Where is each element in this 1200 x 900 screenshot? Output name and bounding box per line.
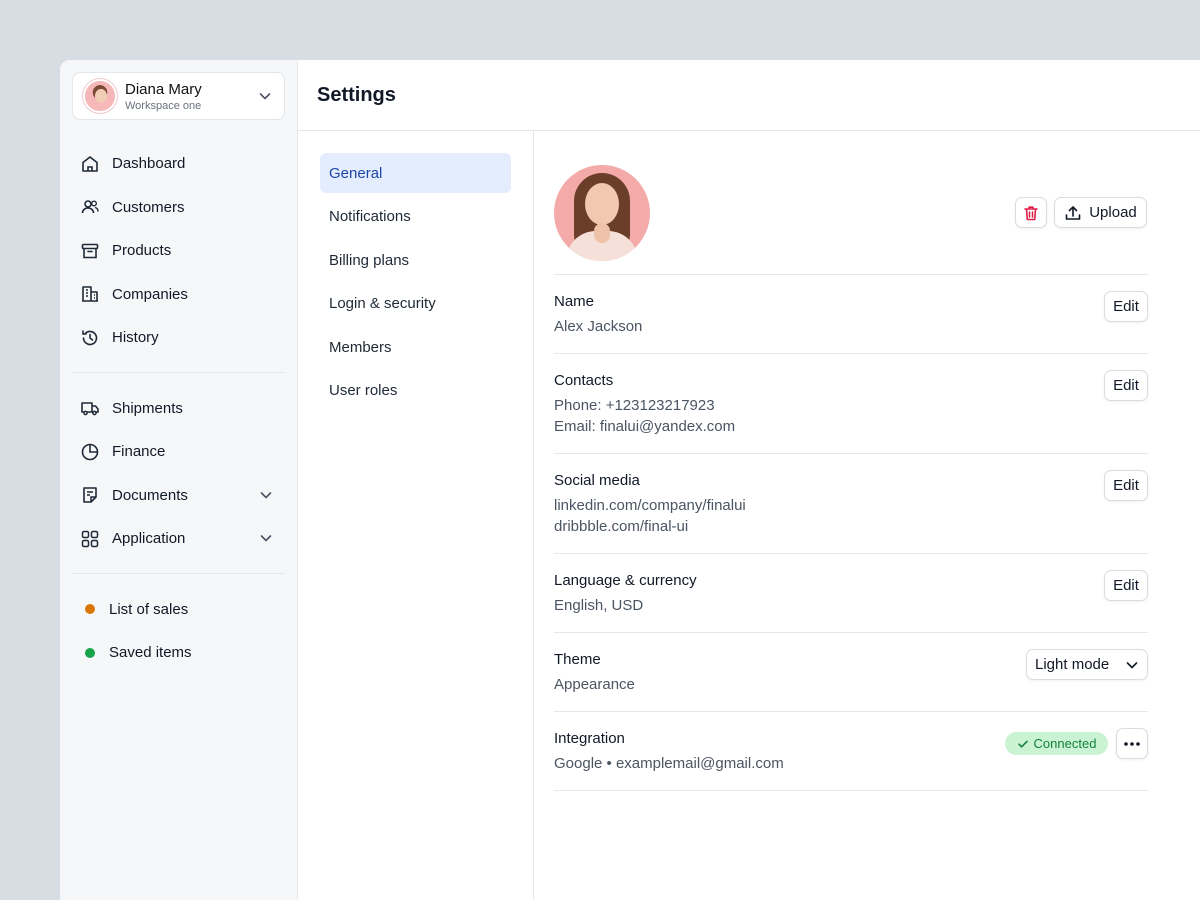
pie-chart-icon bbox=[80, 442, 100, 462]
contacts-email: Email: finalui@yandex.com bbox=[554, 418, 736, 435]
chevron-down-icon bbox=[1125, 658, 1139, 672]
sidebar-item-label: Finance bbox=[112, 443, 166, 461]
social-link-dribbble: dribbble.com/final-ui bbox=[554, 518, 689, 535]
sidebar-item-label: Dashboard bbox=[112, 155, 186, 173]
main-area: Settings General Notifications Billing p… bbox=[298, 60, 1200, 900]
sidebar-item-shipments[interactable]: Shipments bbox=[72, 387, 285, 431]
sidebar-item-products[interactable]: Products bbox=[72, 229, 285, 273]
status-dot bbox=[85, 604, 95, 615]
delete-photo-button[interactable] bbox=[1015, 197, 1047, 228]
more-icon bbox=[1123, 741, 1141, 747]
edit-social-button[interactable]: Edit bbox=[1104, 470, 1148, 501]
chevron-down-icon bbox=[258, 89, 272, 108]
theme-mode-select[interactable]: Light mode bbox=[1026, 649, 1148, 680]
check-icon bbox=[1017, 738, 1029, 750]
theme-row: Theme Appearance Light mode bbox=[554, 633, 1148, 712]
upload-icon bbox=[1064, 204, 1082, 222]
sidebar-item-application[interactable]: Application bbox=[72, 517, 285, 561]
social-media-title: Social media bbox=[554, 472, 640, 489]
sidebar-item-label: Products bbox=[112, 242, 172, 260]
sidebar-item-label: List of sales bbox=[109, 600, 189, 618]
document-icon bbox=[80, 485, 100, 505]
sidebar-item-label: Customers bbox=[112, 198, 185, 216]
sidebar-item-customers[interactable]: Customers bbox=[72, 186, 285, 230]
tab-login-security[interactable]: Login & security bbox=[320, 284, 511, 324]
sidebar-item-label: Application bbox=[112, 530, 186, 548]
more-options-button[interactable] bbox=[1116, 728, 1148, 759]
general-panel-inner: Upload Name Alex Jackson Edit Contacts P… bbox=[554, 165, 1148, 791]
settings-subnav: General Notifications Billing plans Logi… bbox=[298, 131, 534, 900]
social-link-linkedin: linkedin.com/company/finalui bbox=[554, 497, 746, 514]
workspace-user-name: Diana Mary bbox=[125, 80, 202, 98]
sidebar: Diana Mary Workspace one Dashboard Custo… bbox=[60, 60, 298, 900]
tab-members[interactable]: Members bbox=[320, 327, 511, 367]
chevron-down-icon[interactable] bbox=[259, 488, 273, 506]
profile-photo-row: Upload bbox=[554, 165, 1148, 275]
trash-icon bbox=[1022, 204, 1040, 222]
sidebar-item-label: Companies bbox=[112, 285, 188, 303]
integration-row: Integration Google • examplemail@gmail.c… bbox=[554, 712, 1148, 791]
upload-label: Upload bbox=[1089, 204, 1137, 221]
contacts-title: Contacts bbox=[554, 372, 614, 389]
name-value: Alex Jackson bbox=[554, 318, 643, 335]
sidebar-item-list-of-sales[interactable]: List of sales bbox=[72, 588, 285, 632]
name-row: Name Alex Jackson Edit bbox=[554, 275, 1148, 354]
page-title: Settings bbox=[298, 60, 1200, 131]
tab-notifications[interactable]: Notifications bbox=[320, 197, 511, 237]
sidebar-item-saved-items[interactable]: Saved items bbox=[72, 631, 285, 675]
chevron-down-icon[interactable] bbox=[259, 531, 273, 549]
sidebar-divider bbox=[72, 572, 285, 574]
language-title: Language & currency bbox=[554, 572, 697, 589]
language-currency-row: Language & currency English, USD Edit bbox=[554, 554, 1148, 633]
status-badge: Connected bbox=[1005, 732, 1108, 755]
integration-value: Google • examplemail@gmail.com bbox=[554, 755, 784, 772]
status-dot bbox=[85, 647, 95, 658]
social-media-row: Social media linkedin.com/company/finalu… bbox=[554, 454, 1148, 554]
home-icon bbox=[80, 154, 100, 174]
theme-mode-label: Light mode bbox=[1035, 656, 1110, 673]
sidebar-item-label: Shipments bbox=[112, 399, 183, 417]
tab-general[interactable]: General bbox=[320, 153, 511, 193]
contacts-phone: Phone: +123123217923 bbox=[554, 397, 715, 414]
workspace-names: Diana Mary Workspace one bbox=[125, 81, 202, 112]
language-value: English, USD bbox=[554, 597, 644, 614]
sidebar-item-label: Documents bbox=[112, 486, 188, 504]
users-icon bbox=[80, 197, 100, 217]
truck-icon bbox=[80, 398, 100, 418]
sidebar-item-finance[interactable]: Finance bbox=[72, 430, 285, 474]
sidebar-item-companies[interactable]: Companies bbox=[72, 273, 285, 317]
sidebar-nav: Dashboard Customers Products Companies H… bbox=[72, 142, 285, 675]
workspace-subtitle: Workspace one bbox=[125, 99, 202, 112]
profile-photo bbox=[554, 165, 650, 261]
workspace-switcher[interactable]: Diana Mary Workspace one bbox=[72, 72, 285, 120]
contacts-row: Contacts Phone: +123123217923 Email: fin… bbox=[554, 354, 1148, 454]
app-window: Diana Mary Workspace one Dashboard Custo… bbox=[60, 60, 1200, 900]
sidebar-item-label: History bbox=[112, 329, 159, 347]
status-badge-label: Connected bbox=[1033, 736, 1097, 751]
archive-icon bbox=[80, 241, 100, 261]
history-icon bbox=[80, 328, 100, 348]
settings-content: General Notifications Billing plans Logi… bbox=[298, 131, 1200, 900]
tab-user-roles[interactable]: User roles bbox=[320, 371, 511, 411]
sidebar-item-dashboard[interactable]: Dashboard bbox=[72, 142, 285, 186]
grid-icon bbox=[80, 529, 100, 549]
sidebar-divider bbox=[72, 371, 285, 373]
building-icon bbox=[80, 284, 100, 304]
upload-button[interactable]: Upload bbox=[1054, 197, 1147, 228]
name-title: Name bbox=[554, 293, 595, 310]
sidebar-item-documents[interactable]: Documents bbox=[72, 474, 285, 518]
general-panel: Upload Name Alex Jackson Edit Contacts P… bbox=[534, 131, 1200, 900]
edit-contacts-button[interactable]: Edit bbox=[1104, 370, 1148, 401]
sidebar-item-label: Saved items bbox=[109, 644, 192, 662]
avatar bbox=[83, 79, 117, 113]
tab-billing-plans[interactable]: Billing plans bbox=[320, 240, 511, 280]
edit-language-button[interactable]: Edit bbox=[1104, 570, 1148, 601]
edit-name-button[interactable]: Edit bbox=[1104, 291, 1148, 322]
sidebar-item-history[interactable]: History bbox=[72, 316, 285, 360]
